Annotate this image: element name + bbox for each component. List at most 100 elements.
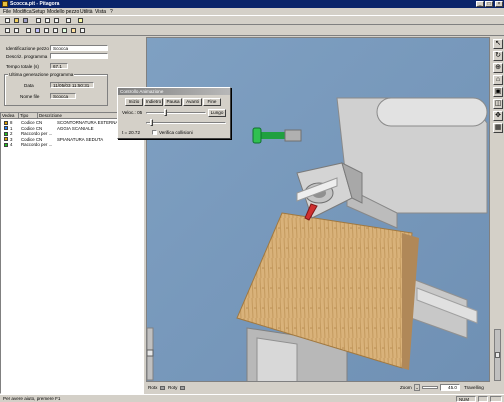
pedestal-face — [256, 337, 298, 381]
operation-type: Codice CN — [21, 120, 43, 125]
operation-color-icon — [4, 142, 8, 147]
operation-description: SPIANATURA SEDUTA — [57, 136, 104, 142]
operation-type: Codice CN — [21, 125, 43, 131]
copy-icon[interactable] — [43, 16, 51, 24]
left-slider-thumb[interactable] — [147, 349, 154, 357]
speed-label: Veloc.: 05 — [122, 110, 143, 115]
pause-button[interactable]: Pausa — [164, 98, 182, 106]
zoom-label: Zoom — [400, 385, 412, 390]
time-label: Tempo totale (s) — [6, 64, 39, 69]
insert-icon[interactable] — [12, 26, 20, 34]
roty-control[interactable] — [180, 386, 185, 390]
cursor-icon[interactable]: ↖ — [493, 39, 503, 49]
new-icon[interactable] — [3, 16, 11, 24]
menu-bar: File Modifica Setup Modello pezzo Utilit… — [0, 8, 504, 15]
open-icon[interactable] — [12, 16, 20, 24]
house-icon[interactable]: ⌂ — [493, 75, 503, 85]
speed-slider-thumb[interactable] — [164, 109, 168, 116]
cube-icon[interactable] — [33, 26, 41, 34]
time-slider-thumb[interactable] — [149, 119, 153, 126]
table-icon[interactable] — [51, 26, 59, 34]
minimize-button[interactable]: _ — [476, 1, 484, 7]
save-icon[interactable] — [21, 16, 29, 24]
collision-checkbox[interactable] — [152, 130, 157, 135]
operations-list[interactable]: Vedea Tipo Descrizione 8 Codice CN SCONTOR… — [0, 112, 144, 394]
forward-button[interactable]: Avanti — [183, 98, 202, 106]
secondary-toolbar — [0, 25, 504, 36]
roty-label: Roty — [168, 385, 178, 390]
id-label: Identificazione pezzo — [6, 46, 49, 51]
time-readout: t = 20.72 — [122, 130, 141, 135]
list-item[interactable]: 4 Raccordo per ... — [1, 142, 143, 147]
maximize-button[interactable]: □ — [485, 1, 493, 7]
operation-number: 2 — [10, 131, 13, 136]
animation-dialog: Controllo Animazione Inizio Indietro Pau… — [117, 87, 231, 139]
operation-color-icon — [4, 126, 8, 130]
grid-icon[interactable]: ▦ — [493, 123, 503, 133]
speed-slider[interactable] — [146, 112, 206, 114]
view-controls: Rotx Roty Zoom ⌄ 45.0 Travelling — [146, 382, 504, 393]
arm-roller — [376, 97, 488, 127]
lungo-button[interactable]: Lungo — [208, 109, 226, 117]
travelling-label: Travelling — [464, 385, 484, 390]
generation-group-label: Ultima generazione programma — [8, 72, 75, 77]
file-label: Nome file — [20, 94, 40, 99]
zoom-field[interactable]: 45.0 — [440, 384, 460, 391]
green-connector — [252, 127, 262, 144]
zoom-icon[interactable]: ⊕ — [493, 63, 503, 73]
app-icon — [2, 1, 8, 7]
checkmark-icon[interactable] — [60, 26, 68, 34]
delete-icon[interactable] — [3, 26, 11, 34]
dialog-title: Controllo Animazione — [118, 88, 230, 95]
view-top-icon[interactable]: ◫ — [493, 99, 503, 109]
operation-number: 4 — [10, 142, 13, 147]
generation-group — [4, 74, 108, 106]
main-toolbar — [0, 15, 504, 25]
view-front-icon[interactable]: ▣ — [493, 87, 503, 97]
collision-label: Verifica collisioni — [159, 130, 193, 135]
num-indicator: NUM — [456, 396, 476, 402]
operation-number: 8 — [10, 120, 13, 125]
operation-number: 3 — [10, 136, 13, 142]
right-slider-thumb[interactable] — [495, 352, 500, 358]
desc-label: Descriz. programma — [6, 54, 48, 59]
list-header-tipo[interactable]: Tipo — [19, 113, 38, 119]
cut-icon[interactable] — [34, 16, 42, 24]
close-button[interactable]: × — [495, 1, 503, 7]
move-icon[interactable]: ✥ — [493, 111, 503, 121]
zoom-toggle[interactable]: ⌄ — [414, 384, 420, 391]
time-slider[interactable] — [146, 122, 226, 124]
operation-type: Codice CN — [21, 136, 43, 142]
start-button[interactable]: Inizio — [125, 98, 143, 106]
rotate-icon[interactable]: ↻ — [493, 51, 503, 61]
operation-color-icon — [4, 120, 8, 125]
list-header-vedea[interactable]: Vedea — [1, 113, 19, 119]
date-field: 11/05/03 11:50:31 — [50, 82, 94, 88]
rotx-control[interactable] — [160, 386, 165, 390]
operation-type: Raccordo per ... — [21, 142, 53, 147]
tool-icon[interactable] — [42, 26, 50, 34]
file-field: Scocca — [50, 93, 76, 99]
edit-icon[interactable] — [24, 26, 32, 34]
operation-description: AGGIA SCANIALE — [57, 125, 94, 131]
simulate-icon[interactable] — [78, 26, 86, 34]
status-bar: Per avere aiuto, premere F1 NUM — [0, 394, 504, 402]
desc-field[interactable] — [50, 53, 108, 59]
help-icon[interactable] — [76, 16, 84, 24]
machine-icon[interactable] — [69, 26, 77, 34]
operation-color-icon — [4, 131, 8, 136]
rotx-label: Rotx — [148, 385, 158, 390]
operation-number: 1 — [10, 125, 13, 131]
paste-icon[interactable] — [52, 16, 60, 24]
pipe-fitting — [284, 129, 302, 142]
window-title: Scocca.pit - Pitagora — [10, 1, 60, 7]
end-button[interactable]: Fine — [203, 98, 221, 106]
right-slider[interactable] — [494, 329, 501, 381]
operation-color-icon — [4, 137, 8, 141]
title-bar: Scocca.pit - Pitagora _ □ × — [0, 0, 504, 8]
id-field[interactable]: Scocca — [50, 45, 108, 51]
back-button[interactable]: Indietro — [144, 98, 163, 106]
print-icon[interactable] — [64, 16, 72, 24]
caps-indicator — [478, 396, 488, 402]
zoom-slider[interactable] — [422, 386, 438, 389]
